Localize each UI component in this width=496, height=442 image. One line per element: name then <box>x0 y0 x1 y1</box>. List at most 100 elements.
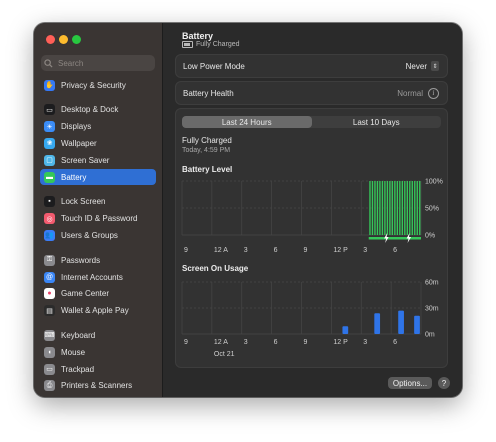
y-tick-label: 100% <box>425 179 443 186</box>
lock-screen-icon: ▪ <box>44 196 55 208</box>
sidebar-item-label: Lock Screen <box>61 197 106 207</box>
sidebar-item-label: Passwords <box>61 255 101 265</box>
sidebar-item-label: Displays <box>61 122 92 132</box>
sidebar-item-label: Trackpad <box>61 364 95 374</box>
sidebar: ✋ Privacy & Security ▭ Desktop & Dock ☀ Displ… <box>34 23 163 397</box>
minimize-window-button[interactable] <box>59 35 68 44</box>
at-icon: @ <box>44 271 55 283</box>
chart-bar <box>386 181 389 235</box>
battery-health-label: Battery Health <box>183 88 234 98</box>
sidebar-item-internet-accounts[interactable]: @ Internet Accounts <box>40 269 156 285</box>
sidebar-item-label: Privacy & Security <box>61 80 126 90</box>
sidebar-item-users-groups[interactable]: 👥 Users & Groups <box>40 227 156 243</box>
chart-bar <box>409 181 411 235</box>
screen-saver-icon: ▢ <box>44 154 55 166</box>
sidebar-item-wallet-apple-pay[interactable]: ▤ Wallet & Apple Pay <box>40 303 156 319</box>
sidebar-item-desktop-dock[interactable]: ▭ Desktop & Dock <box>40 102 156 118</box>
close-window-button[interactable] <box>46 35 55 44</box>
sidebar-item-label: Internet Accounts <box>61 272 123 282</box>
charge-state: Fully Charged <box>182 136 232 145</box>
x-tick-label: 3 <box>244 339 248 346</box>
x-tick-label: 12 A <box>214 247 228 254</box>
y-tick-label: 30m <box>425 306 439 313</box>
info-icon[interactable]: i <box>428 87 439 99</box>
chart-bar <box>406 181 408 235</box>
trackpad-icon: ▭ <box>44 363 55 375</box>
chart-bar <box>374 181 376 235</box>
hand-icon: ✋ <box>44 79 55 91</box>
battery-small-icon <box>182 41 193 48</box>
wallpaper-icon: ❀ <box>44 137 55 149</box>
chart-bar <box>394 181 396 235</box>
keyboard-icon: ⌨ <box>44 329 55 341</box>
game-center-icon: ● <box>44 288 55 300</box>
battery-pane: Battery Fully Charged Low Power Mode Nev… <box>163 23 462 397</box>
sidebar-item-privacy-security[interactable]: ✋ Privacy & Security <box>40 77 156 93</box>
sidebar-item-passwords[interactable]: ⚿ Passwords <box>40 252 156 268</box>
tab-last-10-days[interactable]: Last 10 Days <box>312 116 442 128</box>
x-date-label: Oct 21 <box>214 351 235 358</box>
chart-bar <box>398 310 404 334</box>
battery-status: Fully Charged <box>182 41 240 48</box>
sidebar-item-mouse[interactable]: ◖ Mouse <box>40 344 156 360</box>
battery-health-value: Normal <box>397 88 423 98</box>
sidebar-item-displays[interactable]: ☀ Displays <box>40 119 156 135</box>
search-field[interactable] <box>41 55 155 71</box>
x-tick-label: 6 <box>274 339 278 346</box>
sidebar-item-label: Wallet & Apple Pay <box>61 306 129 316</box>
screen-on-usage-title: Screen On Usage <box>182 264 249 273</box>
sidebar-item-label: Touch ID & Password <box>61 214 138 224</box>
sidebar-item-label: Mouse <box>61 347 86 357</box>
chart-bar <box>414 315 420 334</box>
chart-bar <box>401 181 404 235</box>
x-tick-label: 9 <box>184 247 188 254</box>
fingerprint-icon: ◎ <box>44 213 55 225</box>
sidebar-item-trackpad[interactable]: ▭ Trackpad <box>40 361 156 377</box>
help-button[interactable]: ? <box>438 377 450 389</box>
search-input[interactable] <box>58 58 148 68</box>
y-tick-label: 0m <box>425 332 435 339</box>
desktop-icon: ▭ <box>44 104 55 116</box>
x-tick-label: 3 <box>363 247 367 254</box>
x-tick-label: 9 <box>184 339 188 346</box>
zoom-window-button[interactable] <box>72 35 81 44</box>
sidebar-item-lock-screen[interactable]: ▪ Lock Screen <box>40 194 156 210</box>
battery-icon: ▬ <box>44 171 55 183</box>
low-power-mode-label: Low Power Mode <box>183 61 245 71</box>
wallet-icon: ▤ <box>44 305 55 317</box>
x-tick-label: 6 <box>274 247 278 254</box>
options-button[interactable]: Options... <box>388 377 432 389</box>
displays-icon: ☀ <box>44 121 55 133</box>
chart-bar <box>416 181 418 235</box>
low-power-mode-popup[interactable]: Never ⇕ <box>406 61 439 71</box>
chart-bar <box>399 181 401 235</box>
settings-window: ✋ Privacy & Security ▭ Desktop & Dock ☀ Displ… <box>34 23 462 397</box>
chart-bar <box>396 181 399 235</box>
battery-level-title: Battery Level <box>182 165 233 174</box>
battery-level-chart: 100% 50% 0% 9 12 A 3 6 9 12 P 3 6 <box>181 179 443 254</box>
tab-last-24-hours[interactable]: Last 24 Hours <box>182 116 312 128</box>
chart-bar <box>342 326 349 334</box>
sidebar-item-label: Battery <box>61 172 87 182</box>
chart-bar <box>369 181 371 235</box>
mouse-icon: ◖ <box>44 346 55 358</box>
y-tick-label: 50% <box>425 206 439 213</box>
sidebar-item-label: Wallpaper <box>61 138 97 148</box>
sidebar-item-touch-id-password[interactable]: ◎ Touch ID & Password <box>40 211 156 227</box>
sidebar-item-label: Users & Groups <box>61 230 118 240</box>
usage-history-panel: Last 24 Hours Last 10 Days Fully Charged… <box>175 108 448 368</box>
battery-health-row: Battery Health Normal i <box>175 81 448 105</box>
sidebar-item-screen-saver[interactable]: ▢ Screen Saver <box>40 152 156 168</box>
x-tick-label: 3 <box>244 247 248 254</box>
x-tick-label: 6 <box>393 247 397 254</box>
sidebar-item-battery[interactable]: ▬ Battery <box>40 169 156 185</box>
x-tick-label: 9 <box>304 247 308 254</box>
chart-bar <box>404 181 406 235</box>
sidebar-item-printers-scanners[interactable]: ⎙ Printers & Scanners <box>40 378 156 394</box>
low-power-mode-value: Never <box>405 61 427 71</box>
sidebar-item-wallpaper[interactable]: ❀ Wallpaper <box>40 135 156 151</box>
sidebar-item-game-center[interactable]: ● Game Center <box>40 286 156 302</box>
time-range-segmented-control: Last 24 Hours Last 10 Days <box>182 116 441 128</box>
x-tick-label: 12 A <box>214 339 228 346</box>
sidebar-item-keyboard[interactable]: ⌨ Keyboard <box>40 327 156 343</box>
